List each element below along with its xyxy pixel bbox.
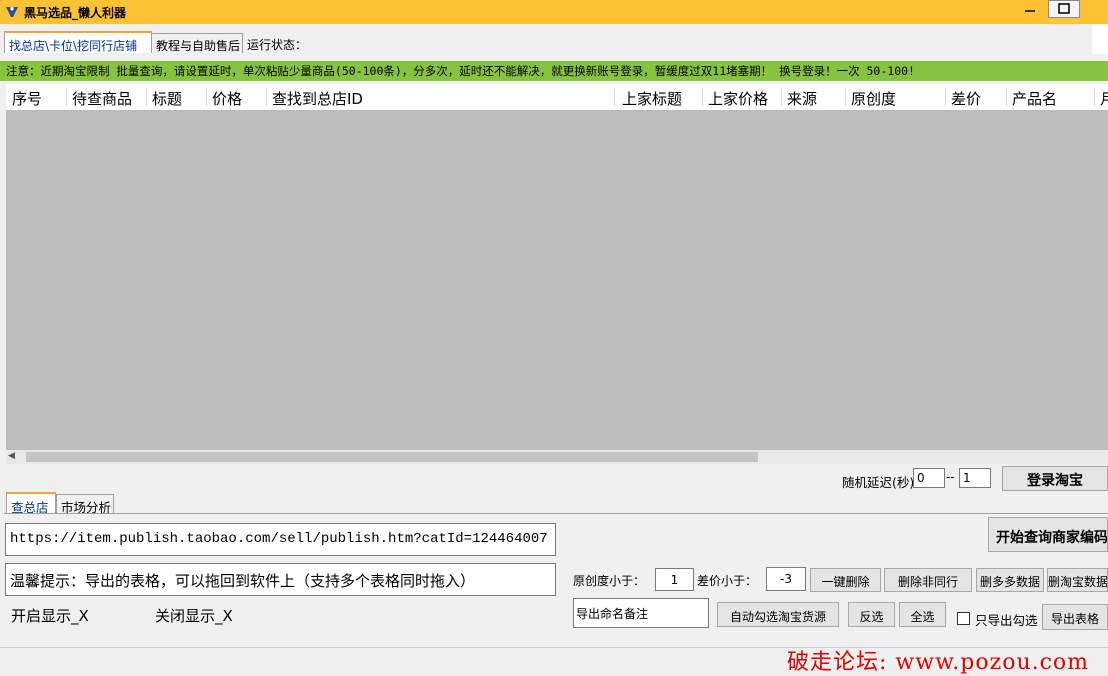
column-header[interactable]: 待查商品 xyxy=(72,88,132,109)
minimize-button[interactable] xyxy=(1015,0,1045,18)
export-checked-label: 只导出勾选 xyxy=(975,613,1038,628)
delay-separator: -- xyxy=(946,470,955,484)
export-checked-checkbox[interactable] xyxy=(957,612,970,625)
window-title: 黑马选品_懒人利器 xyxy=(24,6,127,20)
originality-input[interactable]: 1 xyxy=(655,568,694,591)
invert-selection-button[interactable]: 反选 xyxy=(848,602,895,627)
export-name-note-input[interactable]: 导出命名备注 xyxy=(573,598,709,628)
title-bar xyxy=(0,0,1108,24)
column-header[interactable]: 查找到总店ID xyxy=(272,88,363,109)
auto-select-taobao-button[interactable]: 自动勾选淘宝货源 xyxy=(717,602,839,627)
column-header[interactable]: 上家价格 xyxy=(708,88,768,109)
originality-label: 原创度小于： xyxy=(573,574,646,588)
column-header[interactable]: 产品名 xyxy=(1012,88,1057,109)
delete-multi-button[interactable]: 删多多数据 xyxy=(976,568,1044,592)
tip-textbox[interactable]: 温馨提示：导出的表格，可以拖回到软件上（支持多个表格同时拖入） xyxy=(5,563,556,596)
app-logo-icon xyxy=(4,4,20,20)
scrollbar-thumb[interactable] xyxy=(26,452,758,462)
start-query-button[interactable]: 开始查询商家编码 xyxy=(988,517,1108,552)
delay-to-input[interactable]: 1 xyxy=(959,468,991,488)
price-diff-label: 差价小于： xyxy=(697,574,758,588)
tab-tutorial[interactable]: 教程与自助售后 xyxy=(151,33,243,53)
grid-header: 序号 待查商品 标题 价格 查找到总店ID 上家标题 上家价格 来源 原创度 差… xyxy=(6,84,1108,110)
results-grid[interactable] xyxy=(6,110,1108,450)
show-off-link[interactable]: 关闭显示_X xyxy=(155,605,233,626)
delay-from-input[interactable]: 0 xyxy=(913,468,945,488)
login-taobao-button[interactable]: 登录淘宝 xyxy=(1002,466,1108,491)
select-all-button[interactable]: 全选 xyxy=(899,602,946,627)
column-header[interactable]: 序号 xyxy=(12,88,42,109)
show-on-link[interactable]: 开启显示_X xyxy=(11,605,89,626)
random-delay-label: 随机延迟(秒) xyxy=(842,475,915,490)
maximize-button[interactable] xyxy=(1048,0,1080,18)
export-table-button[interactable]: 导出表格 xyxy=(1042,604,1108,630)
right-edge-strip xyxy=(1092,24,1108,54)
tab-market-analysis[interactable]: 市场分析 xyxy=(56,494,114,515)
column-header[interactable]: 差价 xyxy=(951,88,981,109)
close-button[interactable] xyxy=(1082,0,1108,18)
tab-find-store[interactable]: 找总店\卡位\挖同行店铺 xyxy=(4,31,152,53)
delete-taobao-button[interactable]: 删淘宝数据 xyxy=(1047,568,1108,592)
tab-query-store[interactable]: 查总店 xyxy=(6,492,56,515)
horizontal-scrollbar[interactable] xyxy=(6,450,1108,464)
column-header[interactable]: 月 xyxy=(1100,88,1108,109)
column-header[interactable]: 上家标题 xyxy=(622,88,682,109)
column-header[interactable]: 价格 xyxy=(212,88,242,109)
column-header[interactable]: 原创度 xyxy=(851,88,896,109)
column-header[interactable]: 来源 xyxy=(787,88,817,109)
delete-non-peer-button[interactable]: 删除非同行 xyxy=(884,568,972,592)
url-input[interactable]: https://item.publish.taobao.com/sell/pub… xyxy=(5,523,556,556)
price-diff-input[interactable]: -3 xyxy=(766,567,806,591)
delete-one-click-button[interactable]: 一键删除 xyxy=(810,568,881,592)
notice-banner: 注意：近期淘宝限制 批量查询，请设置延时，单次粘贴少量商品(50-100条)，分… xyxy=(0,61,1108,81)
watermark-text: 破走论坛: www.pozou.com xyxy=(787,650,1090,675)
column-header[interactable]: 标题 xyxy=(152,88,182,109)
scroll-left-arrow-icon[interactable]: ◀ xyxy=(8,451,15,461)
run-status-label: 运行状态： xyxy=(247,38,308,52)
